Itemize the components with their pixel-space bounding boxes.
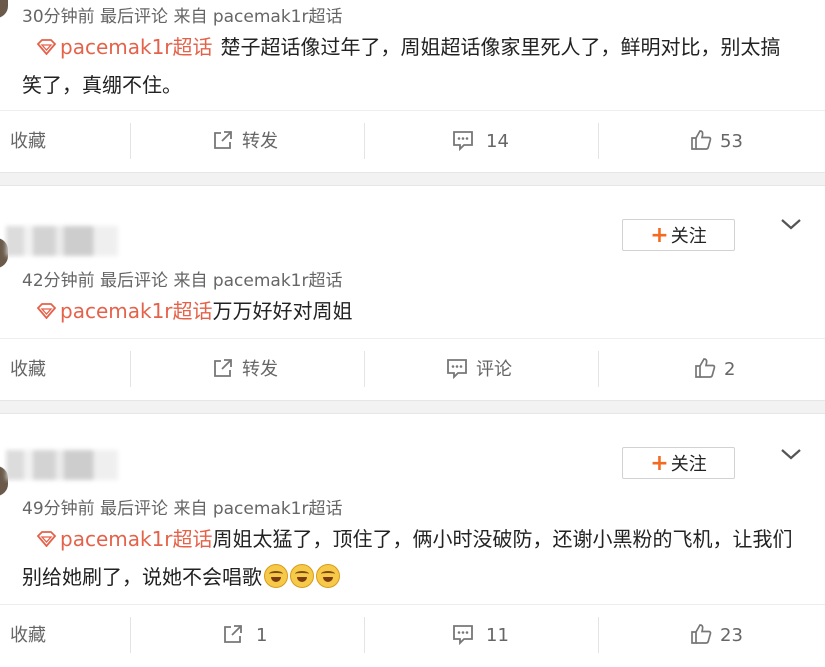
super-topic-link[interactable]: pacemak1r超话 — [60, 527, 213, 551]
like-icon — [691, 624, 712, 644]
username-blurred[interactable] — [6, 226, 118, 256]
post-body: 万万好好对周姐 — [212, 299, 353, 323]
username-blurred[interactable] — [6, 450, 118, 480]
repost-button[interactable]: 转发 — [212, 111, 278, 173]
like-button[interactable]: 23 — [690, 605, 743, 667]
collect-button[interactable]: 收藏 — [10, 339, 46, 401]
super-topic-link[interactable]: pacemak1r超话 — [60, 35, 213, 59]
post-divider — [0, 400, 825, 414]
chevron-down-icon[interactable] — [780, 217, 802, 231]
laughing-tears-emoji-icon — [264, 564, 288, 588]
post-meta: 30分钟前 最后评论 来自 pacemak1r超话 — [22, 7, 343, 27]
repost-button[interactable]: 转发 — [212, 339, 278, 401]
post-actions: 收藏 转发 评论 2 — [0, 338, 825, 401]
post-actions: 收藏 转发 14 53 — [0, 110, 825, 173]
comment-icon — [453, 131, 473, 152]
collect-button[interactable]: 收藏 — [10, 605, 46, 667]
laughing-tears-emoji-icon — [290, 564, 314, 588]
post-text: pacemak1r超话万万好好对周姐 — [22, 292, 799, 330]
post-card-3: + 关注 49分钟前 最后评论 来自 pacemak1r超话 pacemak1r超… — [0, 414, 825, 654]
repost-button[interactable]: 1 — [222, 605, 267, 667]
super-topic-diamond-icon — [36, 303, 57, 319]
chevron-down-icon[interactable] — [780, 447, 802, 461]
super-topic-link[interactable]: pacemak1r超话 — [60, 299, 213, 323]
divider — [130, 617, 131, 653]
post-card-2: + 关注 42分钟前 最后评论 来自 pacemak1r超话 pacemak1r超… — [0, 186, 825, 400]
like-button[interactable]: 53 — [690, 111, 743, 173]
divider — [598, 123, 599, 159]
follow-button[interactable]: + 关注 — [622, 219, 735, 251]
super-topic-diamond-icon — [36, 531, 57, 547]
follow-button[interactable]: + 关注 — [622, 447, 735, 479]
post-card-1: 30分钟前 最后评论 来自 pacemak1r超话 pacemak1r超话 楚子超… — [0, 0, 825, 172]
repost-icon — [224, 625, 242, 643]
divider — [598, 617, 599, 653]
comment-icon — [447, 359, 467, 380]
divider — [364, 123, 365, 159]
comment-icon — [453, 625, 473, 646]
like-button[interactable]: 2 — [694, 339, 735, 401]
post-actions: 收藏 1 11 23 — [0, 604, 825, 667]
avatar[interactable] — [0, 0, 8, 18]
repost-icon — [214, 359, 232, 377]
post-meta: 42分钟前 最后评论 来自 pacemak1r超话 — [22, 271, 343, 291]
divider — [130, 123, 131, 159]
comment-button[interactable]: 14 — [452, 111, 509, 173]
super-topic-diamond-icon — [36, 39, 57, 55]
post-divider — [0, 172, 825, 186]
post-meta: 49分钟前 最后评论 来自 pacemak1r超话 — [22, 499, 343, 519]
post-text: pacemak1r超话 楚子超话像过年了，周姐超话像家里死人了，鲜明对比，别太搞笑… — [22, 28, 799, 104]
post-text: pacemak1r超话周姐太猛了，顶住了，俩小时没破防，还谢小黑粉的飞机，让我们… — [22, 520, 799, 596]
divider — [130, 351, 131, 387]
comment-button[interactable]: 评论 — [446, 339, 512, 401]
divider — [364, 351, 365, 387]
divider — [598, 351, 599, 387]
repost-icon — [214, 131, 232, 149]
divider — [364, 617, 365, 653]
laughing-tears-emoji-icon — [316, 564, 340, 588]
comment-button[interactable]: 11 — [452, 605, 509, 667]
collect-button[interactable]: 收藏 — [10, 111, 46, 173]
like-icon — [691, 130, 712, 150]
like-icon — [695, 358, 716, 378]
